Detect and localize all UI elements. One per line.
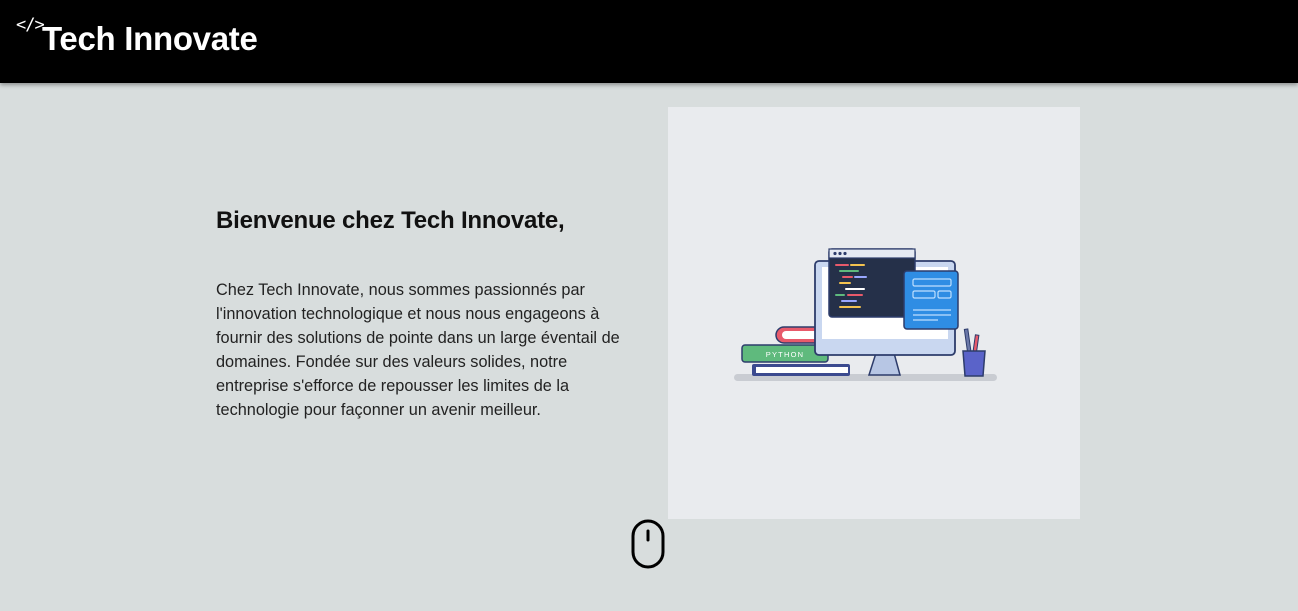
book-label: PYTHON	[766, 350, 804, 359]
mouse-scroll-icon[interactable]	[630, 519, 666, 569]
hero-illustration: PYTHON	[668, 107, 1080, 519]
brand-name[interactable]: Tech Innovate	[42, 19, 258, 59]
hero-title: Bienvenue chez Tech Innovate,	[216, 207, 565, 234]
top-navbar: </> Tech Innovate	[0, 0, 1298, 83]
hero-paragraph: Chez Tech Innovate, nous sommes passionn…	[216, 281, 620, 419]
code-brackets-icon[interactable]: </>	[16, 15, 45, 35]
developer-desk-illustration: PYTHON	[734, 248, 997, 381]
